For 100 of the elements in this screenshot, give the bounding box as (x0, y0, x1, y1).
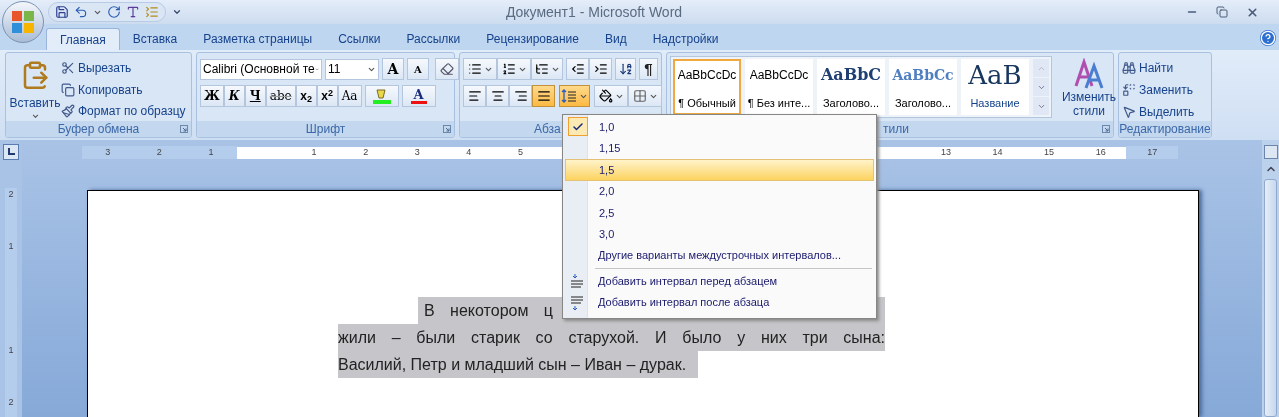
left-tab-icon (7, 148, 15, 156)
space-before-icon (569, 273, 584, 290)
save-icon[interactable] (55, 5, 69, 19)
caret-icon (30, 112, 40, 121)
ribbon-tab[interactable]: Ссылки (325, 28, 394, 50)
align-button[interactable] (486, 85, 509, 107)
ribbon-tab[interactable]: Вид (591, 28, 640, 50)
paste-button[interactable]: Вставить (9, 56, 61, 121)
style-item[interactable]: AaBbCc Заголово... (889, 59, 957, 115)
spacing-option[interactable]: 2,0 (565, 180, 874, 202)
multilevel-list-icon (534, 62, 549, 76)
ruler-number: 5 (516, 145, 524, 159)
show-marks-button[interactable]: ¶ (639, 58, 658, 80)
text-style-icon[interactable] (126, 5, 140, 19)
align-button[interactable] (532, 85, 555, 107)
shading-button[interactable] (594, 85, 628, 107)
group-label: Буфер обмена (57, 123, 140, 135)
ruler-number: 17 (1126, 145, 1178, 160)
ruler-number: 2 (8, 398, 14, 407)
grow-font-button[interactable]: A (382, 58, 404, 80)
copy-button[interactable]: Копировать (61, 79, 186, 100)
ribbon-tab[interactable]: Разметка страницы (190, 28, 326, 50)
undo-icon[interactable] (74, 5, 88, 19)
change-case-button[interactable]: Aa (337, 85, 362, 107)
ruler-number: 1 (185, 145, 237, 160)
spacing-option[interactable]: 1,5 (565, 159, 874, 181)
select-button[interactable]: Выделить (1122, 102, 1195, 121)
ruler-toggle-icon[interactable] (1263, 145, 1278, 159)
binoculars-icon (1122, 60, 1136, 75)
decrease-indent-button[interactable] (566, 58, 589, 80)
bulleted-list-icon (467, 62, 482, 76)
borders-icon (632, 89, 647, 103)
style-item[interactable]: AaBbCcDc ¶ Без инте... (745, 59, 813, 115)
change-styles-button[interactable]: Изменить стили (1056, 56, 1122, 121)
increase-indent-button[interactable] (589, 58, 612, 80)
ruler-number: 13 (939, 145, 952, 159)
add-spacing-option[interactable]: Добавить интервал перед абзацем (565, 271, 874, 292)
copy-icon (61, 82, 75, 97)
style-item[interactable]: AaB Название (961, 59, 1029, 115)
style-item[interactable]: AaBbCcDc ¶ Обычный (673, 59, 741, 115)
ribbon-tab[interactable]: Надстройки (639, 28, 732, 50)
scroll-thumb[interactable] (1264, 179, 1277, 417)
underline-button[interactable]: Ч (244, 85, 266, 107)
font-size-combobox[interactable]: 11 (325, 58, 379, 80)
font-name-combobox[interactable]: Calibri (Основной те (200, 58, 322, 80)
italic-button[interactable]: К (223, 85, 245, 107)
highlighter-icon (372, 88, 391, 104)
ruler-number: 2 (8, 190, 14, 199)
sort-icon (618, 62, 633, 76)
bold-button[interactable]: Ж (200, 85, 224, 107)
dialog-launcher-icon[interactable] (1102, 125, 1110, 133)
indent-increase-icon (593, 62, 608, 76)
highlight-button[interactable] (364, 85, 399, 107)
bullets-button[interactable] (463, 58, 497, 80)
indent-decrease-icon (570, 62, 585, 76)
ruler-number: 3 (413, 145, 421, 159)
align-button[interactable] (463, 85, 486, 107)
color-bar-icon (410, 101, 427, 104)
office-logo-icon (11, 10, 35, 34)
align-button[interactable] (509, 85, 532, 107)
more-spacing-option[interactable]: Другие варианты междустрочных интервалов... (565, 245, 874, 266)
close-icon[interactable] (1246, 5, 1259, 19)
cursor-icon (1122, 104, 1136, 119)
spacing-option[interactable]: 1,15 (565, 137, 874, 159)
replace-button[interactable]: Заменить (1122, 80, 1195, 99)
borders-button[interactable] (628, 85, 662, 107)
find-button[interactable]: Найти (1122, 58, 1195, 77)
ruler-number: 3 (82, 145, 134, 160)
shrink-font-button[interactable]: A (407, 58, 429, 80)
line-spacing-button[interactable] (559, 85, 590, 107)
restore-icon[interactable] (1216, 6, 1228, 18)
subscript-button[interactable]: x$_{2}$ (295, 85, 317, 107)
spacing-option[interactable]: 3,0 (565, 223, 874, 245)
numbering-button[interactable] (497, 58, 531, 80)
spacing-option[interactable]: 1,0 (565, 116, 874, 138)
sort-button[interactable] (615, 58, 636, 80)
style-item[interactable]: AaBbC Заголово... (817, 59, 885, 115)
ribbon-tab[interactable]: Рассылки (393, 28, 474, 50)
spacing-option[interactable]: 2,5 (565, 202, 874, 224)
ruler-number: 2 (362, 145, 370, 159)
help-icon[interactable] (1260, 30, 1276, 46)
font-color-button[interactable]: A (401, 85, 436, 107)
format-painter-button[interactable]: Формат по образцу (61, 101, 186, 121)
superscript-button[interactable]: x$^{2}$ (316, 85, 338, 107)
cut-button[interactable]: Вырезать (61, 58, 186, 78)
dialog-launcher-icon[interactable] (443, 125, 451, 133)
ribbon-tab[interactable]: Главная (46, 28, 120, 50)
group-label: Редактирование (1119, 123, 1211, 135)
customize-toolbar-icon[interactable] (172, 7, 182, 17)
clear-format-button[interactable] (435, 58, 459, 80)
ruler-number: 1 (8, 346, 14, 355)
ribbon-tab[interactable]: Вставка (119, 28, 191, 50)
ribbon-tab[interactable]: Рецензирование (473, 28, 592, 50)
align-center-icon (490, 89, 505, 103)
redo-icon[interactable] (107, 5, 121, 19)
multilevel-list-button[interactable] (531, 58, 563, 80)
window-title: Документ1 - Microsoft Word (505, 2, 683, 22)
align-right-icon (513, 89, 528, 103)
dialog-launcher-icon[interactable] (180, 125, 188, 133)
tab-selector[interactable] (3, 144, 19, 160)
